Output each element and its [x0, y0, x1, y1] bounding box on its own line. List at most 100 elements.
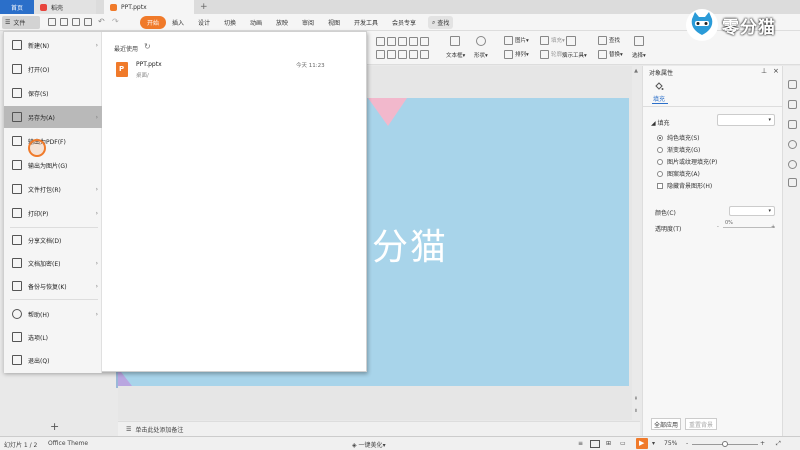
menu-item-share[interactable]: 分享文档(D)	[4, 229, 102, 251]
play-dropdown[interactable]: ▾	[652, 440, 655, 447]
arrange-button[interactable]: 排列▾	[504, 50, 529, 59]
scroll-next-icon[interactable]: ⇟	[633, 408, 639, 414]
color-dropdown[interactable]: ▾	[729, 206, 775, 216]
bulb-icon[interactable]	[788, 160, 797, 169]
zoom-level[interactable]: 75%	[664, 440, 677, 447]
textbox-button[interactable]: 文本框▾	[446, 51, 465, 59]
menu-item-open[interactable]: 打开(O)	[4, 58, 102, 80]
menu-item-label: 选项(L)	[28, 334, 49, 342]
menu-item-backup[interactable]: 备份与恢复(K) ›	[4, 275, 102, 297]
replace-button[interactable]: 替换▾	[598, 50, 623, 59]
fill-section-toggle[interactable]: ◢ 填充	[651, 118, 670, 127]
vertical-scrollbar[interactable]: ▲ ⇞ ⇟	[632, 66, 640, 420]
save-icon	[12, 88, 22, 98]
menu-tab-member[interactable]: 会员专享	[388, 16, 420, 29]
color-label: 颜色(C)	[655, 210, 676, 217]
tab-document[interactable]: PPT.pptx	[104, 0, 194, 14]
normal-view-icon[interactable]	[590, 440, 600, 448]
menu-tab-animation[interactable]: 动画	[246, 16, 266, 29]
crop-icon[interactable]	[788, 178, 797, 187]
select-button[interactable]: 选择▾	[632, 51, 646, 59]
undo-icon[interactable]: ↶	[98, 17, 105, 26]
menu-item-print[interactable]: 打印(P) ›	[4, 202, 102, 224]
menu-item-new[interactable]: 新建(N) ›	[4, 34, 102, 56]
hide-background-checkbox[interactable]: 隐藏背景图形(H)	[657, 181, 712, 190]
radio-solid-fill[interactable]: 纯色填充(S)	[657, 133, 700, 142]
redo-icon[interactable]: ↷	[112, 17, 119, 26]
reading-view-icon[interactable]: ▭	[620, 440, 626, 447]
tab-daoke[interactable]: 稻壳	[34, 0, 96, 14]
slide-title-text[interactable]: 分猫	[372, 218, 448, 270]
menu-search-button[interactable]: ⌕ 查找	[428, 16, 454, 29]
quick-preview-icon[interactable]	[84, 18, 92, 26]
menu-item-export-pdf[interactable]: 输出为PDF(F)	[4, 130, 102, 152]
transparency-increase[interactable]: +	[771, 224, 775, 230]
apply-all-button[interactable]: 全部应用	[651, 418, 681, 430]
quick-save-icon[interactable]	[48, 18, 56, 26]
play-button[interactable]: ▶	[636, 438, 648, 449]
close-icon[interactable]: ×	[773, 67, 779, 75]
properties-icon[interactable]	[788, 80, 797, 89]
menu-item-save-as[interactable]: 另存为(A) ›	[4, 106, 102, 128]
menu-tab-slideshow[interactable]: 放映	[272, 16, 292, 29]
menu-item-package[interactable]: 文件打包(R) ›	[4, 178, 102, 200]
menu-item-options[interactable]: 选项(L)	[4, 326, 102, 348]
transparency-label: 透明度(T)	[655, 226, 682, 233]
menu-item-encrypt[interactable]: 文档加密(E) ›	[4, 252, 102, 274]
panel-divider	[643, 106, 783, 107]
menu-tab-insert[interactable]: 插入	[168, 16, 188, 29]
notes-area[interactable]: ☰ 单击此处添加备注	[118, 421, 640, 436]
menu-tab-home[interactable]: 开始	[140, 16, 167, 29]
scroll-up-icon[interactable]: ▲	[633, 68, 639, 74]
apply-all-label: 全部应用	[653, 421, 678, 429]
zoom-in-button[interactable]: +	[760, 440, 765, 447]
menu-item-label: 分享文档(D)	[28, 237, 62, 245]
radio-picture-fill[interactable]: 图片或纹理填充(P)	[657, 157, 717, 166]
help-icon[interactable]	[788, 140, 797, 149]
options-icon	[12, 332, 22, 342]
reset-background-button[interactable]: 重置背景	[685, 418, 717, 430]
menu-tab-label: 审阅	[302, 20, 315, 27]
menu-tab-transition[interactable]: 切换	[220, 16, 240, 29]
textbox-icon	[450, 36, 462, 46]
fill-dropdown[interactable]: ▾	[717, 114, 775, 126]
notes-toggle-icon[interactable]: ≡	[578, 440, 583, 447]
file-menu-button[interactable]: ☰ 文件	[2, 16, 40, 29]
beautify-button[interactable]: ◈ 一键美化▾	[352, 440, 386, 449]
zoom-slider-knob[interactable]	[722, 441, 728, 447]
menu-tab-review[interactable]: 审阅	[298, 16, 318, 29]
new-tab-button[interactable]: +	[200, 2, 208, 12]
quick-export-icon[interactable]	[60, 18, 68, 26]
tab-fill[interactable]: 填充	[653, 94, 665, 103]
quick-print-icon[interactable]	[72, 18, 80, 26]
radio-pattern-fill[interactable]: 图案填充(A)	[657, 169, 700, 178]
transparency-decrease[interactable]: -	[717, 224, 719, 230]
menu-item-help[interactable]: 帮助(H) ›	[4, 303, 102, 325]
zoom-out-button[interactable]: -	[686, 440, 688, 447]
layers-icon[interactable]	[788, 120, 797, 129]
scroll-prev-icon[interactable]: ⇞	[633, 396, 639, 402]
menu-tab-developer[interactable]: 开发工具	[350, 16, 382, 29]
sorter-view-icon[interactable]: ⊞	[606, 440, 611, 447]
refresh-icon[interactable]: ↻	[144, 42, 151, 51]
menu-item-exit[interactable]: 退出(Q)	[4, 349, 102, 371]
add-slide-button[interactable]: +	[50, 420, 59, 433]
pointer-icon[interactable]	[788, 100, 797, 109]
pin-icon[interactable]: ⊥	[761, 67, 767, 75]
align-icon[interactable]	[376, 37, 431, 46]
menu-item-save[interactable]: 保存(S)	[4, 82, 102, 104]
paragraph-icon[interactable]	[376, 50, 431, 59]
menu-tab-design[interactable]: 设计	[194, 16, 214, 29]
presentation-tools-button[interactable]: 演示工具▾	[562, 51, 587, 59]
find-button[interactable]: 查找	[598, 36, 620, 45]
shape-button[interactable]: 形状▾	[474, 51, 488, 59]
fit-window-icon[interactable]: ⤢	[776, 440, 781, 448]
radio-gradient-fill[interactable]: 渐变填充(G)	[657, 145, 700, 154]
menu-item-export-image[interactable]: 输出为图片(G)	[4, 154, 102, 176]
tab-home[interactable]: 首页	[0, 0, 34, 14]
transparency-slider[interactable]	[723, 227, 775, 228]
menu-tab-view[interactable]: 视图	[324, 16, 344, 29]
fill-button[interactable]: 填充▾	[540, 36, 565, 45]
menu-tab-label: 会员专享	[392, 20, 417, 27]
picture-button[interactable]: 图片▾	[504, 36, 529, 45]
